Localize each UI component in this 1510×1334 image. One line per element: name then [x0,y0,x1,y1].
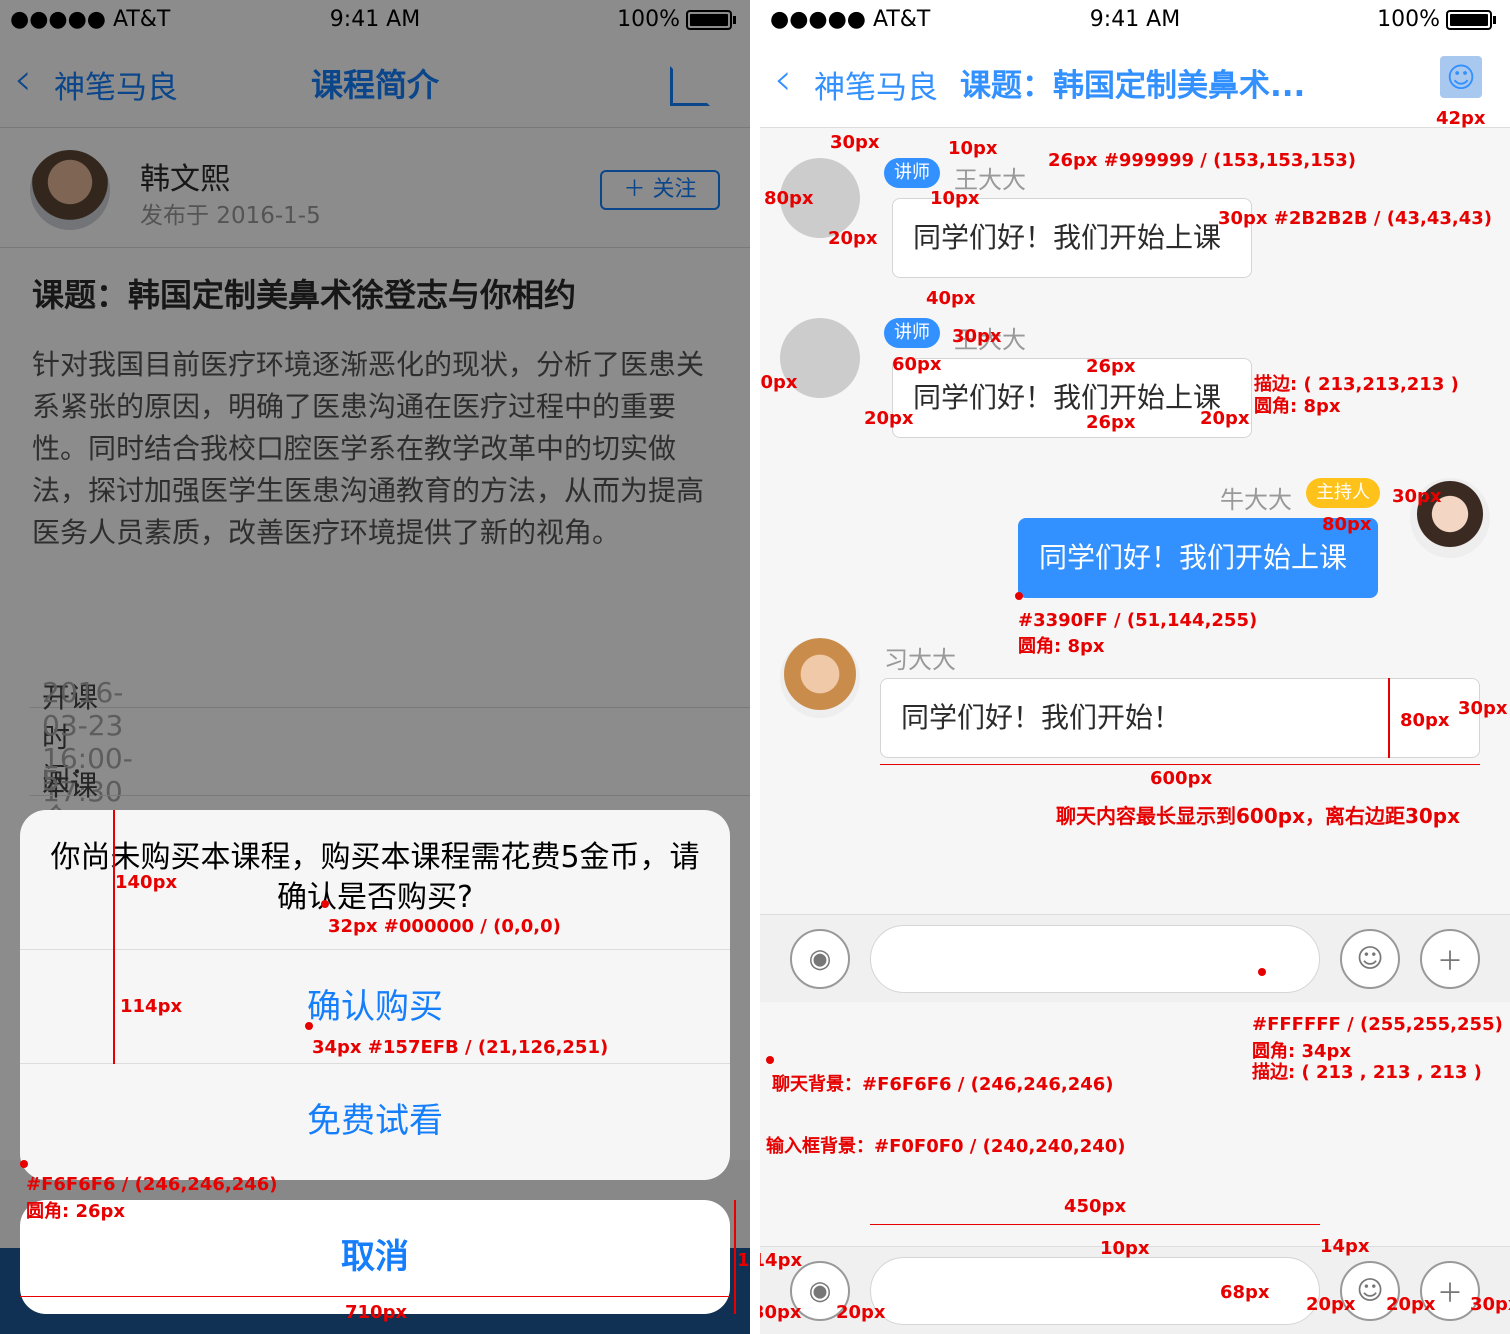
annotation-label: 圆角: 26px [26,1201,126,1222]
chat-bubble[interactable]: 同学们好！我们开始上课 [892,358,1252,438]
annotation-line [880,764,1480,765]
person-icon[interactable]: ☺ [1440,56,1482,98]
annotation-label: 68px [1220,1282,1270,1303]
chat-screen: ●●●●● AT&T 9:41 AM 100% ‹ 神笔马良 课题：韩国定制美鼻… [760,0,1510,1334]
status-bar: ●●●●● AT&T 9:41 AM 100% [760,0,1510,40]
sender-name: 习大大 [884,646,956,674]
annotation-label: #FFFFFF / (255,255,255) [1252,1014,1503,1035]
page-title: 课题：韩国定制美鼻术... [960,68,1306,104]
annotation-label: 140px [115,872,178,893]
annotation-label: 710px [345,1302,408,1323]
lecturer-tag: 讲师 [884,158,940,188]
annotation-label: 聊天背景：#F6F6F6 / (246,246,246) [772,1074,1114,1095]
battery-cap [1493,15,1496,24]
emoji-icon[interactable]: ☺ [1340,929,1400,989]
annotation-label: 114px [737,1250,750,1271]
annotation-label: 20px [1200,408,1250,429]
annotation-dot [1015,592,1023,600]
annotation-line [734,1200,736,1314]
annotation-label: 输入框背景：#F0F0F0 / (240,240,240) [766,1136,1126,1157]
annotation-label: 600px [1150,768,1213,789]
annotation-label: 26px [1086,356,1136,377]
nav-bar: ‹ 神笔马良 课题：韩国定制美鼻术... ☺ [760,40,1510,128]
annotation-label: 14px [1320,1236,1370,1257]
annotation-label: 80px [1400,710,1450,731]
annotation-label: 描边: ( 213 , 213 , 213 ) [1252,1062,1482,1083]
annotation-label: 20px [1386,1294,1436,1315]
annotation-label: 80px [1322,514,1372,535]
annotation-label: 10px [1100,1238,1150,1259]
annotation-label: 20px [828,228,878,249]
plus-icon[interactable]: ＋ [1420,929,1480,989]
annotation-label: 30px [830,132,880,153]
voice-icon[interactable]: ◉ [790,929,850,989]
annotation-label: 32px #000000 / (0,0,0) [328,916,561,937]
annotation-label: 40px [926,288,976,309]
annotation-label: 42px [1436,108,1486,129]
back-chevron-icon[interactable]: ‹ [774,54,792,105]
annotation-label: 30px [952,326,1002,347]
battery: 100% [1377,7,1496,32]
annotation-line [1388,678,1390,758]
chat-bubble[interactable]: 同学们好！我们开始上课 [892,198,1252,278]
annotation-label: 20px [864,408,914,429]
annotation-label: 20px [760,372,798,393]
lecturer-tag: 讲师 [884,318,940,348]
back-button[interactable]: 神笔马良 [814,62,938,107]
annotation-label: #F6F6F6 / (246,246,246) [26,1174,278,1195]
annotation-line [113,950,115,1064]
annotation-label: 10px [930,188,980,209]
annotation-label: 30px [1470,1294,1510,1315]
annotation-label: 30px [1392,486,1442,507]
annotation-label: 30px [760,1302,802,1323]
free-trial-button[interactable]: 免费试看 [20,1064,730,1178]
input-bar: ◉ ☺ ＋ [760,914,1510,1002]
annotation-dot [321,900,329,908]
message-input[interactable] [870,925,1320,993]
annotation-dot [20,1160,28,1168]
annotation-dot [1258,968,1266,976]
annotation-label: 30px #2B2B2B / (43,43,43) [1218,208,1493,229]
annotation-dot [766,1056,774,1064]
chat-bubble[interactable]: 同学们好！我们开始！ [880,678,1480,758]
annotation-note: 聊天内容最长显示到600px，离右边距30px [1056,804,1461,828]
annotation-label: 80px [764,188,814,209]
avatar[interactable] [780,638,860,718]
action-sheet: 你尚未购买本课程，购买本课程需花费5金币，请确认是否购买? 确认购买 免费试看 [20,810,730,1180]
annotation-label: 114px [120,996,183,1017]
annotation-label: 26px #999999 / (153,153,153) [1048,150,1356,171]
battery-icon [1446,9,1492,30]
host-tag: 主持人 [1306,478,1380,508]
course-intro-screen: ●●●●● AT&T 9:41 AM 100% ‹ 神笔马良 课程简介 韩文熙 … [0,0,750,1334]
battery-percent: 100% [1377,7,1440,32]
annotation-label: 114px [760,1250,803,1271]
annotation-label: 30px [1458,698,1508,719]
annotation-label: 20px [1306,1294,1356,1315]
annotation-label: 60px [892,354,942,375]
annotation-label: 34px #157EFB / (21,126,251) [312,1037,609,1058]
annotation-dot [305,1022,313,1030]
annotation-label: 26px [1086,412,1136,433]
annotation-label: 20px [836,1302,886,1323]
annotation-label: #3390FF / (51,144,255) [1018,610,1258,631]
sender-name: 牛大大 [1220,486,1292,514]
annotation-line [20,1296,730,1297]
annotation-label: 圆角: 8px [1254,396,1341,417]
annotation-label: 450px [1064,1196,1127,1217]
annotation-label: 圆角: 8px [1018,636,1105,657]
annotation-label: 10px [948,138,998,159]
annotation-line [870,1224,1320,1225]
